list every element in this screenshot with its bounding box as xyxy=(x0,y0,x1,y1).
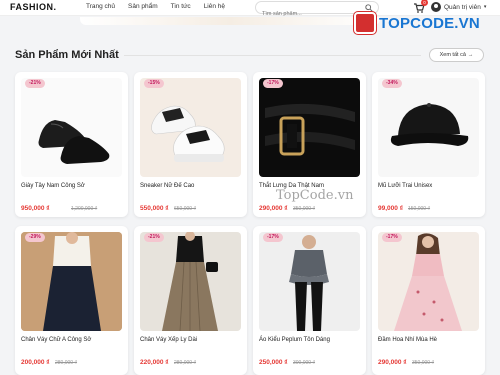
product-old-price: 350,000 ₫ xyxy=(412,360,435,366)
product-card[interactable]: -34% Mũ Lưỡi Trai Unisex 99,000 ₫ 150,00… xyxy=(372,72,485,217)
product-card[interactable]: -17% Đầm Hoa Nhí Mùa Hè 290,000 ₫ 350,00… xyxy=(372,226,485,375)
product-card[interactable]: -29% Chân Váy Chữ A Công Sở 200,000 ₫ 28… xyxy=(15,226,128,375)
hero-banner-edge xyxy=(80,17,380,25)
nav-products[interactable]: Sản phẩm xyxy=(128,3,158,10)
product-card[interactable]: -21% Chân Váy Xếp Ly Dài 220,000 ₫ 280,0… xyxy=(134,226,247,375)
watermark-text: TOPCODE.VN xyxy=(379,14,480,32)
arrow-right-icon: → xyxy=(467,52,474,58)
product-name[interactable]: Đầm Hoa Nhí Mùa Hè xyxy=(378,337,437,343)
product-old-price: 350,000 ₫ xyxy=(293,206,316,212)
product-name[interactable]: Chân Váy Xếp Ly Dài xyxy=(140,337,197,343)
watermark-overlay-text: TopCode.vn xyxy=(276,188,354,203)
product-image-pleated-skirt[interactable] xyxy=(140,232,241,331)
product-old-price: 1,200,000 ₫ xyxy=(71,206,98,212)
section-title: Sản Phẩm Mới Nhất xyxy=(15,49,119,61)
product-image-sneaker[interactable] xyxy=(140,78,241,177)
product-name[interactable]: Chân Váy Chữ A Công Sở xyxy=(21,337,91,343)
product-card[interactable]: -21% Giày Tây Nam Công Sở 950,000 ₫ 1,20… xyxy=(15,72,128,217)
product-old-price: 300,000 ₫ xyxy=(293,360,316,366)
user-avatar-icon xyxy=(431,2,441,12)
see-all-label: Xem tất cả xyxy=(439,52,466,58)
discount-badge: -15% xyxy=(144,79,164,88)
product-image-cap[interactable] xyxy=(378,78,479,177)
chevron-down-icon: ▾ xyxy=(483,4,487,10)
topcode-shield-icon xyxy=(354,12,376,34)
product-name[interactable]: Giày Tây Nam Công Sở xyxy=(21,183,85,189)
discount-badge: -29% xyxy=(25,233,45,242)
product-image-belt[interactable] xyxy=(259,78,360,177)
product-image-floral-dress[interactable] xyxy=(378,232,479,331)
product-price: 220,000 ₫ xyxy=(140,359,169,366)
product-name[interactable]: Áo Kiểu Peplum Tôn Dáng xyxy=(259,337,330,343)
product-price: 200,000 ₫ xyxy=(21,359,50,366)
discount-badge: -21% xyxy=(144,233,164,242)
product-name[interactable]: Mũ Lưỡi Trai Unisex xyxy=(378,183,432,189)
topcode-watermark: TOPCODE.VN xyxy=(354,12,480,34)
cart-count-badge: 0 xyxy=(421,0,428,6)
discount-badge: -17% xyxy=(382,233,402,242)
product-old-price: 650,000 ₫ xyxy=(174,206,197,212)
product-image-peplum-top[interactable] xyxy=(259,232,360,331)
product-price: 290,000 ₫ xyxy=(259,205,288,212)
user-menu[interactable]: Quản trị viên ▾ xyxy=(431,2,486,12)
product-price: 950,000 ₫ xyxy=(21,205,50,212)
product-image-skirt-a[interactable] xyxy=(21,232,122,331)
section-divider xyxy=(124,55,421,56)
product-old-price: 150,000 ₫ xyxy=(408,206,431,212)
product-price: 250,000 ₫ xyxy=(259,359,288,366)
brand-logo[interactable]: FASHION. xyxy=(10,2,57,12)
product-price: 290,000 ₫ xyxy=(378,359,407,366)
nav-news[interactable]: Tin tức xyxy=(171,3,191,10)
product-card[interactable]: -15% Sneaker Nữ Đế Cao 550,000 ₫ 650,000… xyxy=(134,72,247,217)
product-price: 550,000 ₫ xyxy=(140,205,169,212)
product-old-price: 280,000 ₫ xyxy=(174,360,197,366)
product-price: 99,000 ₫ xyxy=(378,205,404,212)
nav-contact[interactable]: Liên hệ xyxy=(204,3,225,10)
nav-home[interactable]: Trang chủ xyxy=(86,3,115,10)
product-image-shoes[interactable] xyxy=(21,78,122,177)
product-old-price: 280,000 ₫ xyxy=(55,360,78,366)
discount-badge: -17% xyxy=(263,233,283,242)
user-label: Quản trị viên xyxy=(444,3,481,11)
product-name[interactable]: Sneaker Nữ Đế Cao xyxy=(140,183,194,189)
discount-badge: -34% xyxy=(382,79,402,88)
see-all-button[interactable]: Xem tất cả → xyxy=(429,48,484,62)
search-icon[interactable] xyxy=(365,4,373,12)
discount-badge: -17% xyxy=(263,79,283,88)
main-nav: Trang chủ Sản phẩm Tin tức Liên hệ xyxy=(86,3,225,10)
product-card[interactable]: -17% Áo Kiểu Peplum Tôn Dáng 250,000 ₫ 3… xyxy=(253,226,366,375)
discount-badge: -21% xyxy=(25,79,45,88)
